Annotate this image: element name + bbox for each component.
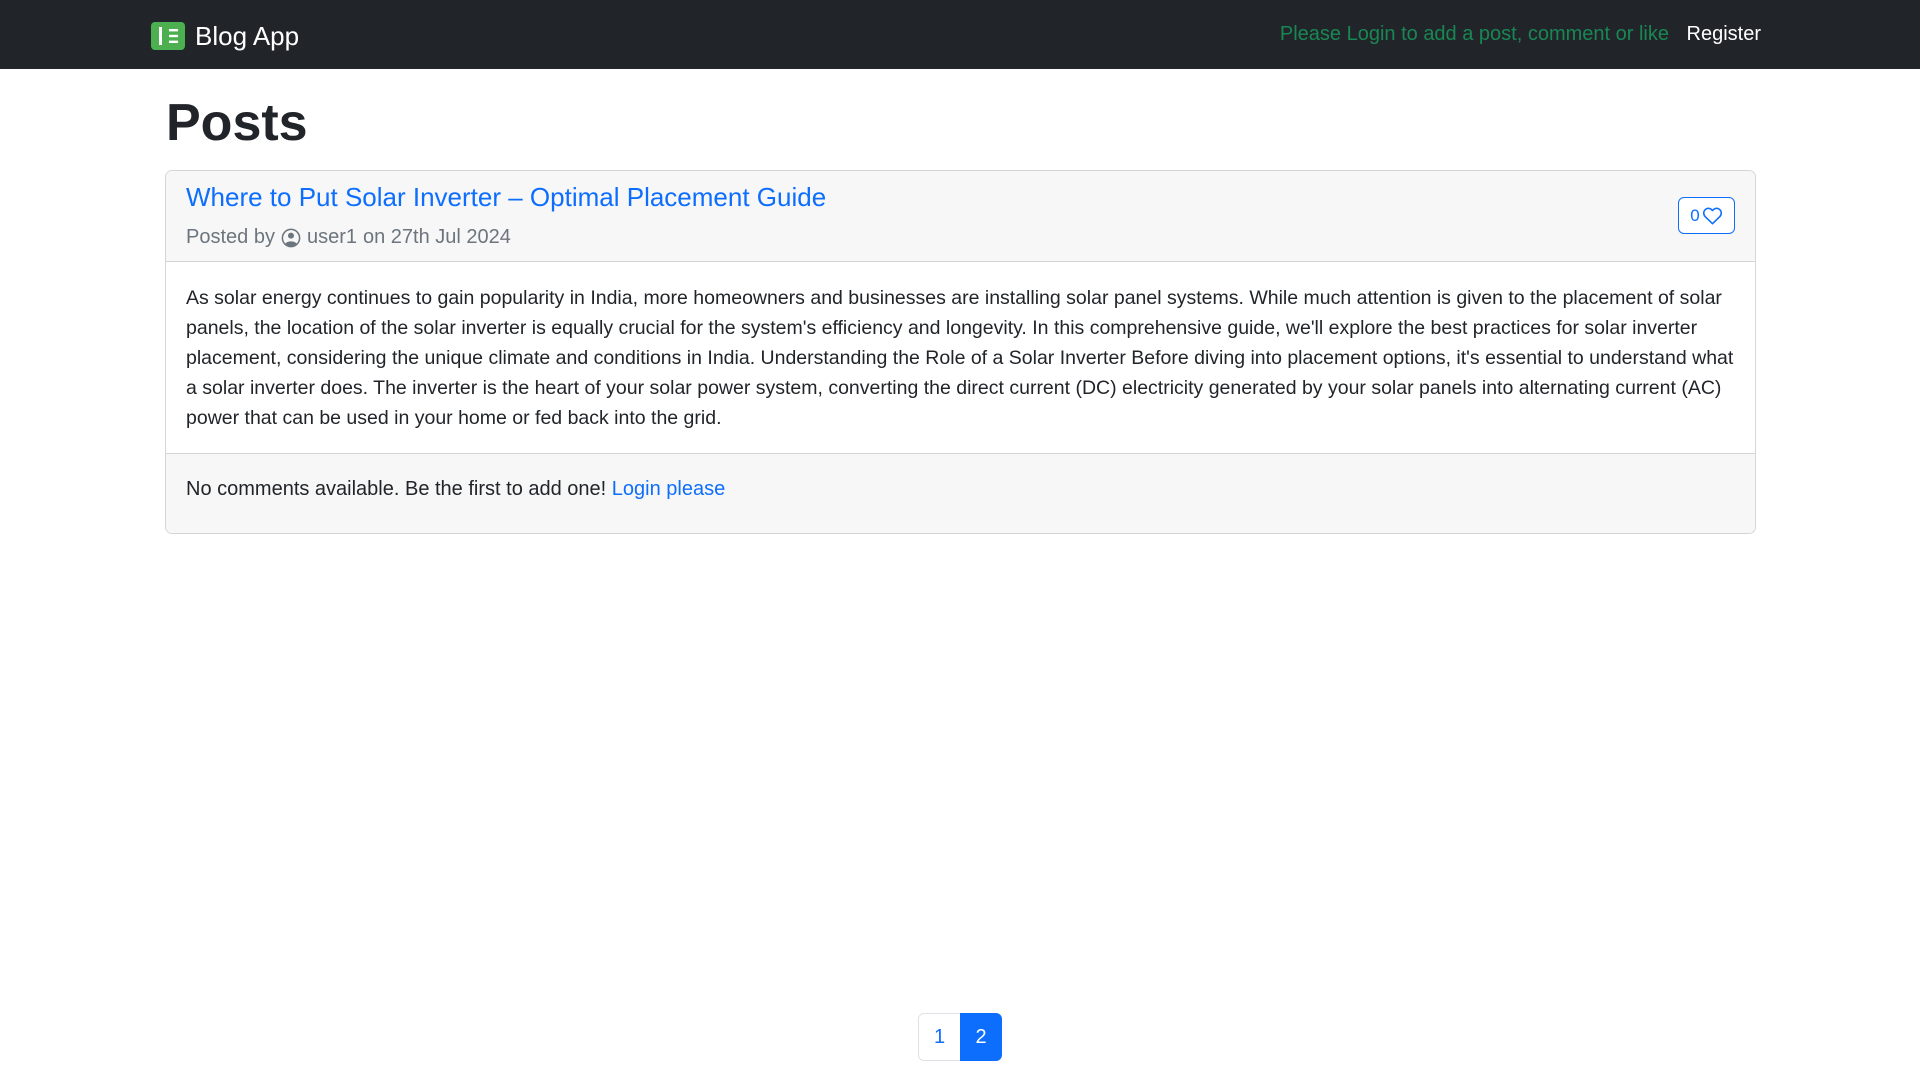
like-count: 0: [1690, 205, 1700, 225]
user-circle-icon: [281, 228, 301, 247]
brand-name: Blog App: [195, 20, 300, 51]
post-card-body: As solar energy continues to gain popula…: [166, 262, 1755, 453]
post-card: Where to Put Solar Inverter – Optimal Pl…: [165, 170, 1756, 534]
journal-icon: [151, 22, 185, 50]
post-author: user1: [306, 226, 357, 248]
brand-link[interactable]: Blog App: [151, 19, 299, 53]
register-link[interactable]: Register: [1687, 23, 1761, 46]
no-comments-text: No comments available. Be the first to a…: [186, 478, 612, 500]
login-prompt-text: Please Login to add a post, comment or l…: [1279, 23, 1669, 45]
posted-by-label: Posted by: [186, 226, 275, 248]
pagination: 1 2: [918, 1013, 1002, 1061]
page-link-1[interactable]: 1: [918, 1013, 960, 1061]
page-link-2-active[interactable]: 2: [960, 1013, 1002, 1061]
page-title: Posts: [166, 94, 308, 152]
post-card-footer: No comments available. Be the first to a…: [166, 453, 1755, 533]
heart-icon: [1702, 207, 1722, 225]
post-body-text: As solar energy continues to gain popula…: [186, 287, 1734, 429]
post-date: on 27th Jul 2024: [362, 226, 511, 248]
post-meta: Posted by user1 on 27th Jul 2024: [186, 226, 511, 249]
post-card-header: Where to Put Solar Inverter – Optimal Pl…: [166, 171, 1755, 262]
post-title-link[interactable]: Where to Put Solar Inverter – Optimal Pl…: [186, 182, 826, 213]
like-button[interactable]: 0: [1678, 197, 1735, 234]
top-navbar: Blog App Please Login to add a post, com…: [0, 0, 1920, 69]
login-link[interactable]: Login please: [612, 478, 725, 500]
